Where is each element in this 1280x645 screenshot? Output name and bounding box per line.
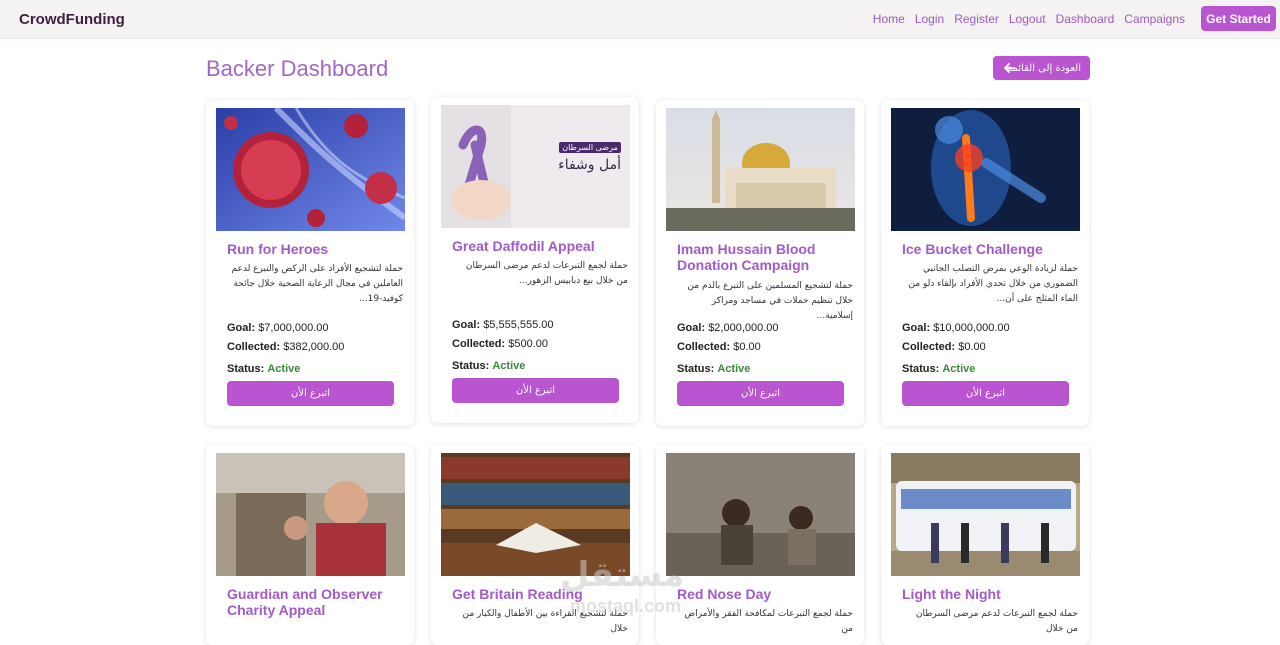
campaign-card: Ice Bucket Challenge حملة لزيادة الوعي ب… (881, 100, 1089, 426)
collected-row: Collected: $0.00 (677, 341, 761, 353)
donate-button[interactable]: اتبرع الأن (902, 381, 1069, 406)
status-row: Status: Active (227, 363, 301, 375)
nav-register-link[interactable]: Register (954, 12, 999, 26)
campaign-description: حملة لزيادة الوعي بمرض التصلب الجانبي ال… (908, 264, 1078, 304)
page-title: Backer Dashboard (206, 56, 389, 81)
virus-dna-image (216, 108, 405, 231)
arrow-left-icon (1003, 63, 1015, 73)
collected-row: Collected: $500.00 (452, 338, 549, 350)
campaign-title[interactable]: Imam Hussain Blood Donation Campaign (677, 241, 857, 273)
campaign-description: حملة لتشجيع الأفراد على الركض والتبرع لد… (231, 264, 403, 304)
collected-row: Collected: $0.00 (902, 341, 986, 353)
mosque-image (666, 108, 855, 231)
goal-row: Goal: $10,000,000.00 (902, 322, 1010, 334)
ribbon-image: مرضى السرطان أمل وشفاء (441, 105, 630, 228)
children-image (216, 453, 405, 576)
campaign-description: حملة لجمع التبرعات لمكافحة الفقر والأمرا… (684, 609, 853, 634)
status-row: Status: Active (677, 363, 751, 375)
goal-row: Goal: $2,000,000.00 (677, 322, 779, 334)
campaign-title[interactable]: Ice Bucket Challenge (902, 241, 1082, 257)
nav-dashboard-link[interactable]: Dashboard (1056, 12, 1115, 26)
goal-row: Goal: $5,555,555.00 (452, 319, 554, 331)
donate-button[interactable]: اتبرع الأن (677, 381, 844, 406)
campaign-title[interactable]: Red Nose Day (677, 586, 857, 602)
bus-group-image (891, 453, 1080, 576)
ribbon-image-caption: مرضى السرطان (562, 143, 618, 152)
campaign-card: مرضى السرطان أمل وشفاء Great Daffodil Ap… (431, 97, 639, 423)
nav-campaigns-link[interactable]: Campaigns (1124, 12, 1185, 26)
campaign-description: حملة لتشجيع المسلمين على التبرع بالدم من… (687, 281, 853, 321)
collected-row: Collected: $382,000.00 (227, 341, 345, 353)
poverty-children-image (666, 453, 855, 576)
back-label: العودة إلى القائمة (1007, 62, 1081, 74)
status-badge: Active (942, 363, 976, 375)
campaign-title[interactable]: Guardian and Observer Charity Appeal (227, 586, 407, 618)
nav-links: Home Login Register Logout Dashboard Cam… (873, 12, 1185, 26)
watermark-logo: مستقل (560, 555, 685, 595)
campaign-title[interactable]: Run for Heroes (227, 241, 407, 257)
nav-login-link[interactable]: Login (915, 12, 944, 26)
collected-value: $0.00 (733, 341, 761, 353)
ribbon-image-slogan: أمل وشفاء (558, 157, 621, 173)
watermark-text: mostaql.com (570, 596, 682, 616)
brand-logo[interactable]: CrowdFunding (19, 11, 125, 28)
status-row: Status: Active (452, 360, 526, 372)
goal-value: $7,000,000.00 (258, 322, 329, 334)
goal-value: $5,555,555.00 (483, 319, 554, 331)
campaign-description: حملة لجمع التبرعات لدعم مرضى السرطان من … (465, 261, 628, 286)
navbar: CrowdFunding Home Login Register Logout … (0, 0, 1280, 39)
donate-button[interactable]: اتبرع الأن (452, 378, 619, 403)
campaign-card: Red Nose Day حملة لجمع التبرعات لمكافحة … (656, 445, 864, 645)
goal-value: $2,000,000.00 (708, 322, 779, 334)
collected-value: $500.00 (508, 338, 549, 350)
campaign-card: Run for Heroes حملة لتشجيع الأفراد على ا… (206, 100, 414, 426)
status-badge: Active (267, 363, 301, 375)
campaign-card: Light the Night حملة لجمع التبرعات لدعم … (881, 445, 1089, 645)
nav-logout-link[interactable]: Logout (1009, 12, 1046, 26)
campaign-description: حملة لجمع التبرعات لدعم مرضى السرطان من … (915, 609, 1078, 634)
spine-image (891, 108, 1080, 231)
back-to-list-button[interactable]: العودة إلى القائمة (993, 56, 1090, 80)
donate-button[interactable]: اتبرع الأن (227, 381, 394, 406)
status-badge: Active (492, 360, 526, 372)
status-badge: Active (717, 363, 751, 375)
collected-value: $0.00 (958, 341, 986, 353)
nav-home-link[interactable]: Home (873, 12, 905, 26)
campaign-title[interactable]: Great Daffodil Appeal (452, 238, 632, 254)
status-row: Status: Active (902, 363, 976, 375)
goal-row: Goal: $7,000,000.00 (227, 322, 329, 334)
collected-value: $382,000.00 (283, 341, 345, 353)
campaign-card: Imam Hussain Blood Donation Campaign حمل… (656, 100, 864, 426)
campaign-title[interactable]: Light the Night (902, 586, 1082, 602)
get-started-button[interactable]: Get Started (1201, 6, 1276, 31)
campaign-card: Guardian and Observer Charity Appeal (206, 445, 414, 645)
goal-value: $10,000,000.00 (933, 322, 1010, 334)
